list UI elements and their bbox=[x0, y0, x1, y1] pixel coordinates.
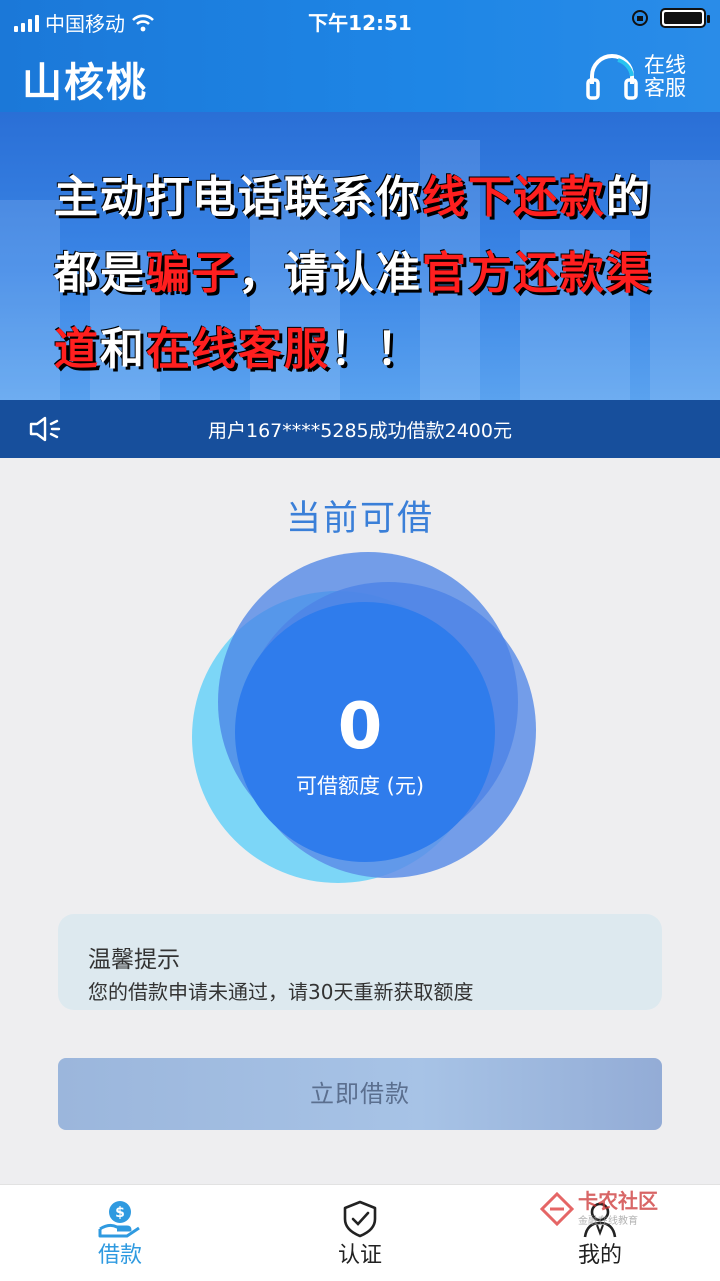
watermark-logo-icon bbox=[540, 1191, 574, 1226]
credit-amount: 0 bbox=[337, 690, 383, 764]
banner-segment: 的 bbox=[606, 172, 652, 223]
notice-bar: 用户167****5285成功借款2400元 bbox=[0, 400, 720, 458]
borrow-now-button[interactable]: 立即借款 bbox=[58, 1058, 662, 1130]
customer-service-label: 在线客服 bbox=[644, 53, 686, 100]
banner-line: 主动打电话联系你线下还款的 bbox=[54, 160, 652, 236]
app-title: 山核桃 bbox=[22, 60, 148, 106]
tab-verify[interactable]: 认证 bbox=[240, 1185, 480, 1281]
banner-segment: 在线客服 bbox=[146, 324, 330, 375]
watermark: 卡农社区 金融在线教育 bbox=[540, 1190, 658, 1227]
status-time: 下午12:51 bbox=[308, 11, 412, 35]
credit-amount-label: 可借额度 (元) bbox=[295, 774, 425, 798]
rotation-lock-icon bbox=[632, 10, 648, 26]
watermark-text: 卡农社区 bbox=[578, 1189, 658, 1213]
battery-icon bbox=[660, 8, 710, 28]
tip-title: 温馨提示 bbox=[88, 947, 180, 973]
tab-loan[interactable]: $ 借款 bbox=[0, 1185, 240, 1281]
money-hand-icon: $ bbox=[98, 1201, 140, 1238]
status-bar: 中国移动 下午12:51 bbox=[0, 0, 720, 38]
headset-icon bbox=[586, 54, 638, 100]
banner-segment: 道 bbox=[54, 324, 100, 375]
banner-segment: 都是 bbox=[54, 248, 146, 299]
banner-line: 都是骗子，请认准官方还款渠 bbox=[54, 236, 652, 312]
tip-body: 您的借款申请未通过，请30天重新获取额度 bbox=[88, 980, 474, 1004]
svg-text:$: $ bbox=[115, 1205, 125, 1221]
customer-service-button[interactable]: 在线客服 bbox=[584, 50, 692, 104]
banner-text: 主动打电话联系你线下还款的 都是骗子，请认准官方还款渠 道和在线客服！！ bbox=[54, 160, 652, 388]
banner-segment: 骗子 bbox=[146, 248, 238, 299]
warning-banner[interactable]: 主动打电话联系你线下还款的 都是骗子，请认准官方还款渠 道和在线客服！！ bbox=[0, 112, 720, 400]
tab-verify-label: 认证 bbox=[337, 1243, 382, 1268]
banner-segment: 官方还款渠 bbox=[422, 248, 652, 299]
tab-mine-label: 我的 bbox=[577, 1243, 622, 1268]
tip-card: 温馨提示 您的借款申请未通过，请30天重新获取额度 bbox=[58, 914, 662, 1010]
notice-text: 用户167****5285成功借款2400元 bbox=[208, 420, 512, 442]
banner-segment: 和 bbox=[100, 324, 146, 375]
banner-segment: ，请认准 bbox=[238, 248, 422, 299]
banner-segment: ！！ bbox=[330, 324, 422, 375]
banner-segment: 线下还款 bbox=[422, 172, 606, 223]
banner-line: 道和在线客服！！ bbox=[54, 312, 652, 388]
banner-segment: 主动打电话联系你 bbox=[54, 172, 422, 223]
watermark-subtext: 金融在线教育 bbox=[578, 1216, 638, 1227]
available-title: 当前可借 bbox=[285, 499, 434, 539]
tab-loan-label: 借款 bbox=[97, 1243, 142, 1268]
app-header: 中国移动 下午12:51 山核桃 在线客服 bbox=[0, 0, 720, 112]
shield-check-icon bbox=[343, 1200, 377, 1238]
